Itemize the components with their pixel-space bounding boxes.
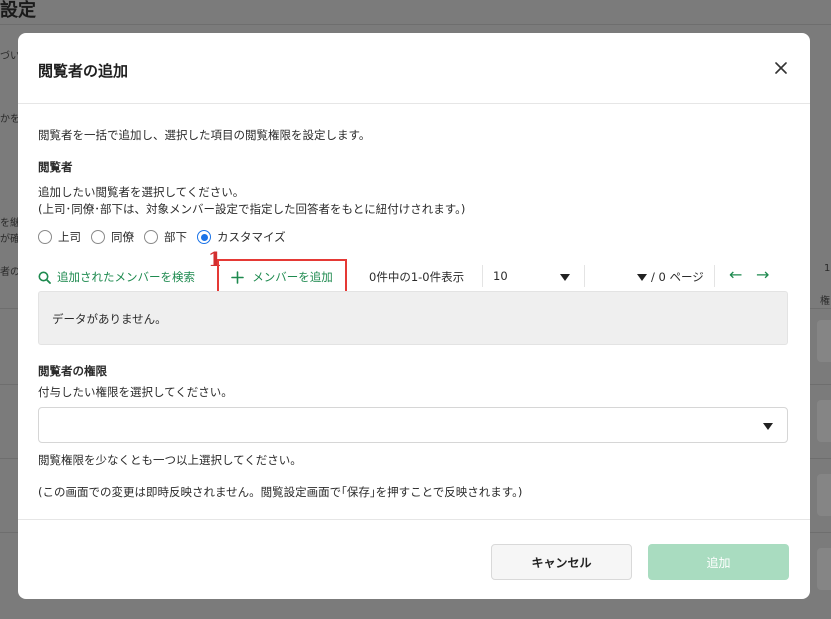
radio-colleague[interactable]: 同僚 [91, 229, 134, 245]
add-member-label: メンバーを追加 [252, 270, 333, 284]
plus-icon [231, 270, 245, 284]
prev-page-arrow-icon[interactable]: ← [729, 265, 742, 284]
per-page-value: 10 [493, 269, 508, 283]
permission-instruction: 付与したい権限を選択してください。 [38, 385, 233, 399]
background-divider [0, 24, 831, 25]
background-fragment: づい [0, 51, 20, 62]
background-fragment: かを [0, 114, 20, 125]
search-icon [38, 271, 51, 284]
page-count: / 0 ページ [651, 270, 704, 284]
member-list-empty: データがありません。 [38, 291, 788, 345]
radio-label: 上司 [58, 230, 81, 244]
search-members-link[interactable]: 追加されたメンバーを検索 [38, 269, 195, 285]
radio-customize[interactable]: カスタマイズ [197, 229, 286, 245]
per-page-chevron-down-icon[interactable] [560, 274, 570, 281]
background-fragment: 1 [824, 263, 831, 274]
divider [584, 265, 585, 287]
radio-boss[interactable]: 上司 [38, 229, 81, 245]
radio-subordinate[interactable]: 部下 [144, 229, 187, 245]
modal-header: 閲覧者の追加 [18, 33, 810, 104]
page-select-chevron-down-icon[interactable] [637, 274, 647, 281]
permission-select[interactable] [38, 407, 788, 443]
radio-selected-dot [200, 233, 208, 241]
background-fragment: 権 [820, 296, 830, 307]
background-card [817, 400, 831, 442]
radio-button[interactable] [197, 230, 211, 244]
footer-note: (この画面での変更は即時反映されません。閲覧設定画面で｢保存｣を押すことで反映さ… [38, 485, 523, 499]
permission-error: 閲覧権限を少なくとも一つ以上選択してください。 [38, 453, 302, 467]
modal-footer: キャンセル 追加 [18, 519, 810, 599]
radio-label: 同僚 [111, 230, 134, 244]
radio-label: 部下 [164, 230, 187, 244]
next-page-arrow-icon[interactable]: → [756, 265, 769, 284]
radio-button[interactable] [38, 230, 52, 244]
divider [482, 265, 483, 287]
close-button[interactable] [770, 57, 792, 79]
chevron-down-icon [763, 423, 773, 430]
viewer-type-radio-group: 上司 同僚 部下 カスタマイズ [38, 229, 296, 245]
divider [714, 265, 715, 287]
background-fragment: 者の [0, 267, 20, 278]
empty-message: データがありません。 [52, 312, 167, 326]
background-card [817, 474, 831, 516]
add-member-button[interactable]: メンバーを追加 [217, 259, 347, 295]
search-members-label: 追加されたメンバーを検索 [57, 270, 195, 284]
radio-button[interactable] [91, 230, 105, 244]
background-card [817, 320, 831, 362]
member-toolbar: 追加されたメンバーを検索 1 メンバーを追加 0件中の1-0件表示 10 / 0… [38, 247, 790, 295]
modal-title: 閲覧者の追加 [38, 62, 129, 80]
pagination-summary: 0件中の1-0件表示 [369, 270, 465, 284]
per-page-select[interactable]: 10 [493, 269, 508, 283]
viewers-instruction: 追加したい閲覧者を選択してください。 [38, 185, 245, 199]
radio-button[interactable] [144, 230, 158, 244]
close-icon [775, 62, 787, 74]
add-viewers-modal: 閲覧者の追加 閲覧者を一括で追加し、選択した項目の閲覧権限を設定します。 閲覧者… [18, 33, 810, 599]
background-fragment: を継 [0, 218, 20, 229]
background-card [817, 548, 831, 590]
add-button[interactable]: 追加 [648, 544, 789, 580]
radio-label: カスタマイズ [217, 230, 286, 244]
modal-description: 閲覧者を一括で追加し、選択した項目の閲覧権限を設定します。 [38, 128, 371, 142]
cancel-button[interactable]: キャンセル [491, 544, 632, 580]
background-fragment: が確 [0, 234, 20, 245]
viewers-note: (上司･同僚･部下は、対象メンバー設定で指定した回答者をもとに紐付けされます。) [38, 202, 466, 216]
permission-heading: 閲覧者の権限 [38, 364, 107, 378]
background-page-title: 設定 [0, 0, 36, 21]
viewers-heading: 閲覧者 [38, 160, 73, 174]
